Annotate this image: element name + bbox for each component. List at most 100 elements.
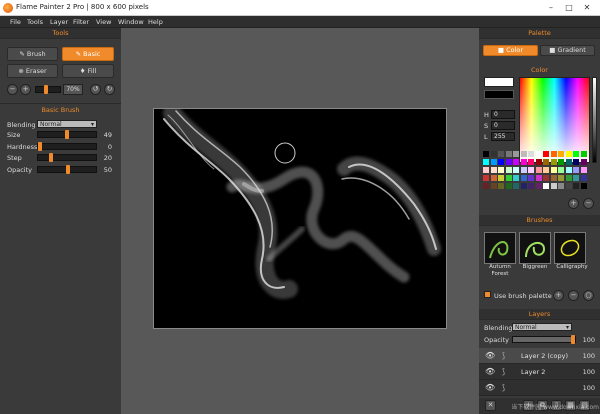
color-swatch[interactable]	[483, 183, 489, 189]
color-swatch[interactable]	[498, 175, 504, 181]
color-swatch[interactable]	[483, 151, 489, 157]
color-swatch[interactable]	[565, 151, 572, 157]
zoom-in-icon[interactable]: +	[20, 84, 31, 95]
add-swatch-icon[interactable]: +	[568, 198, 579, 209]
param-slider-thumb[interactable]	[66, 164, 70, 174]
param-slider-thumb[interactable]	[49, 153, 53, 162]
menu-filter[interactable]: Filter	[73, 18, 89, 26]
brush-preset-biggreen[interactable]	[519, 232, 551, 264]
param-slider[interactable]	[37, 153, 97, 162]
color-swatch[interactable]	[528, 167, 534, 173]
color-swatch[interactable]	[513, 159, 519, 165]
minimize-icon[interactable]: –	[544, 2, 558, 13]
color-swatch[interactable]	[550, 175, 557, 181]
use-brush-palette-checkbox[interactable]	[484, 291, 491, 298]
color-swatch[interactable]	[558, 167, 564, 173]
color-swatch[interactable]	[558, 183, 564, 189]
brush-button[interactable]: ✎ Brush	[7, 47, 58, 61]
color-swatch[interactable]	[490, 175, 497, 181]
color-swatch[interactable]	[483, 175, 489, 181]
color-swatch[interactable]	[528, 159, 534, 165]
color-swatch[interactable]	[498, 151, 504, 157]
brush-preset-calligraphy[interactable]	[554, 232, 586, 264]
menu-help[interactable]: Help	[148, 18, 163, 26]
menu-view[interactable]: View	[96, 18, 111, 26]
color-swatch[interactable]	[535, 183, 542, 189]
color-swatch[interactable]	[520, 183, 527, 189]
color-swatch[interactable]	[543, 175, 549, 181]
basic-button[interactable]: ✎ Basic	[62, 47, 114, 61]
color-swatch[interactable]	[543, 167, 549, 173]
gradient-tab[interactable]: ■ Gradient	[540, 45, 595, 56]
color-swatch[interactable]	[558, 175, 564, 181]
color-swatch[interactable]	[573, 159, 579, 165]
color-swatch[interactable]	[513, 183, 519, 189]
color-swatch[interactable]	[483, 167, 489, 173]
drawing-canvas[interactable]	[153, 104, 447, 329]
new-layer-icon[interactable]: +	[523, 400, 534, 411]
remove-brush-icon[interactable]: −	[568, 290, 579, 301]
l-input[interactable]: 255	[491, 132, 515, 141]
fill-button[interactable]: ♦ Fill	[62, 64, 114, 78]
eye-icon[interactable]: 👁	[485, 351, 495, 360]
color-swatch[interactable]	[558, 151, 564, 157]
merge-layer-icon[interactable]: ⇩	[551, 400, 562, 411]
brush-preset-autumn-forest[interactable]	[484, 232, 516, 264]
color-swatch[interactable]	[573, 175, 579, 181]
layer-image-icon[interactable]: ▦	[565, 400, 576, 411]
color-swatch[interactable]	[505, 151, 512, 157]
layer-blending-select[interactable]: Normal ▾	[512, 323, 572, 331]
color-swatch[interactable]	[490, 167, 497, 173]
color-swatch[interactable]	[498, 167, 504, 173]
delete-layer-icon[interactable]: ✕	[485, 400, 496, 411]
param-slider[interactable]	[37, 164, 97, 174]
color-swatch[interactable]	[505, 183, 512, 189]
color-swatch[interactable]	[543, 159, 549, 165]
color-tab[interactable]: ■ Color	[483, 45, 538, 56]
color-swatch[interactable]	[580, 175, 587, 181]
color-swatch[interactable]	[550, 167, 557, 173]
eye-icon[interactable]: 👁	[485, 383, 495, 392]
color-swatch[interactable]	[543, 151, 549, 157]
color-swatch[interactable]	[535, 167, 542, 173]
primary-color-swatch[interactable]	[484, 77, 514, 87]
color-swatch[interactable]	[565, 175, 572, 181]
secondary-color-swatch[interactable]	[484, 90, 514, 99]
param-slider-thumb[interactable]	[38, 141, 42, 151]
color-swatch[interactable]	[580, 151, 587, 157]
color-swatch[interactable]	[520, 175, 527, 181]
rotate-reset-icon[interactable]: ↻	[104, 84, 115, 95]
zoom-slider[interactable]	[35, 85, 61, 94]
layer-opacity-slider[interactable]	[512, 335, 576, 344]
add-brush-icon[interactable]: +	[553, 290, 564, 301]
color-swatch[interactable]	[513, 175, 519, 181]
color-swatch[interactable]	[498, 159, 504, 165]
color-swatch[interactable]	[573, 167, 579, 173]
color-swatch[interactable]	[580, 159, 587, 165]
h-input[interactable]: 0	[491, 110, 515, 119]
color-swatch[interactable]	[505, 175, 512, 181]
color-swatch[interactable]	[528, 151, 534, 157]
color-swatch[interactable]	[535, 151, 542, 157]
color-swatch[interactable]	[513, 151, 519, 157]
color-swatch[interactable]	[535, 159, 542, 165]
color-swatch[interactable]	[565, 183, 572, 189]
remove-swatch-icon[interactable]: −	[583, 198, 594, 209]
color-swatch[interactable]	[490, 151, 497, 157]
color-swatch[interactable]	[565, 167, 572, 173]
maximize-icon[interactable]: □	[562, 2, 576, 13]
color-swatch[interactable]	[573, 151, 579, 157]
menu-tools[interactable]: Tools	[27, 18, 43, 26]
color-swatch[interactable]	[580, 167, 587, 173]
param-slider[interactable]	[37, 130, 97, 139]
layer-settings-icon[interactable]: ▤	[579, 400, 590, 411]
blending-select[interactable]: Normal ▾	[37, 120, 97, 128]
color-swatch[interactable]	[573, 183, 579, 189]
color-swatch[interactable]	[565, 159, 572, 165]
color-swatch[interactable]	[490, 183, 497, 189]
color-swatch[interactable]	[535, 175, 542, 181]
layer-row[interactable]: 👁 ⟆ Layer 2 100	[479, 364, 600, 380]
close-icon[interactable]: ✕	[580, 2, 594, 13]
menu-window[interactable]: Window	[118, 18, 144, 26]
color-swatch[interactable]	[483, 159, 489, 165]
